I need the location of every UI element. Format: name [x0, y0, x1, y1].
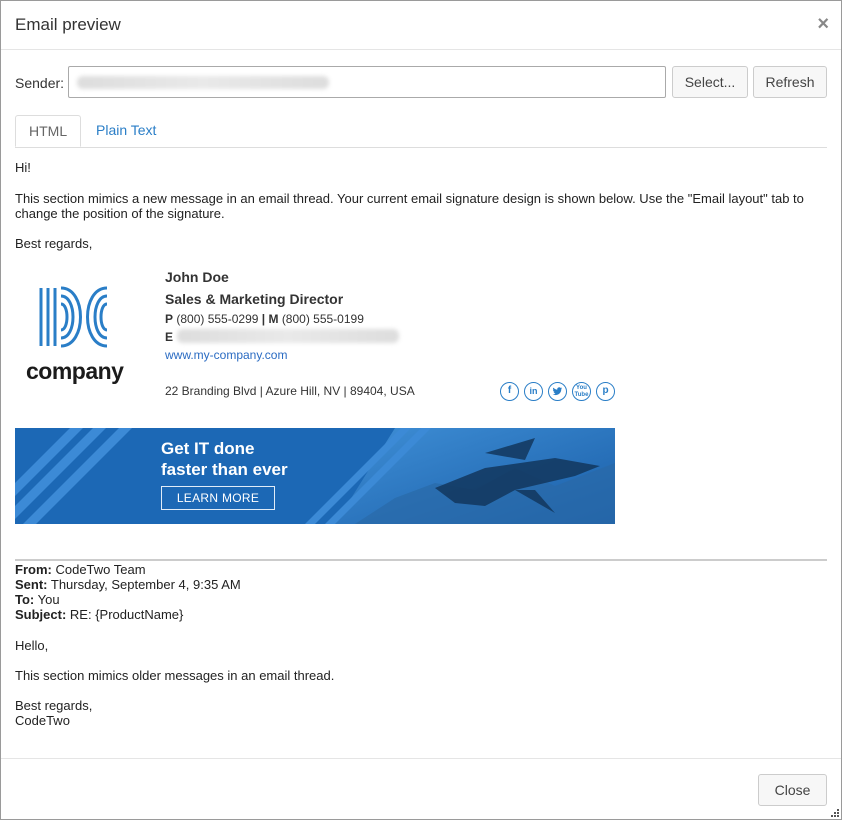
- view-tabs: HTML Plain Text: [15, 115, 827, 148]
- message-body-line1: This section mimics a new message in an …: [15, 191, 804, 206]
- tab-plain-text[interactable]: Plain Text: [83, 115, 169, 147]
- dialog-footer-divider: [1, 758, 841, 759]
- signature-name: John Doe: [165, 269, 229, 285]
- thread-divider: [15, 559, 827, 561]
- quoted-closing: Best regards,: [15, 698, 93, 713]
- refresh-button[interactable]: Refresh: [753, 66, 827, 98]
- signature-email-row: E: [165, 330, 174, 344]
- sender-label: Sender:: [15, 75, 65, 91]
- close-button[interactable]: Close: [758, 774, 827, 806]
- signature-email-redacted: [177, 329, 399, 343]
- quoted-body: This section mimics older messages in an…: [15, 668, 335, 683]
- signature-website-link[interactable]: www.my-company.com: [165, 348, 287, 362]
- quoted-hello: Hello,: [15, 638, 49, 653]
- linkedin-icon[interactable]: in: [524, 382, 543, 401]
- resize-grip-icon[interactable]: [829, 807, 839, 817]
- facebook-icon[interactable]: f: [500, 382, 519, 401]
- banner-headline-line2: faster than ever: [161, 460, 288, 479]
- banner-headline-line1: Get IT done: [161, 439, 255, 458]
- company-logo-text: company: [26, 358, 124, 384]
- dialog-header: Email preview ×: [1, 1, 841, 50]
- learn-more-button[interactable]: LEARN MORE: [161, 486, 275, 510]
- message-closing: Best regards,: [15, 236, 93, 251]
- tab-html[interactable]: HTML: [15, 115, 82, 147]
- banner-background: [15, 428, 615, 524]
- quoted-from: From: CodeTwo Team: [15, 562, 146, 577]
- quoted-signoff: CodeTwo: [15, 713, 70, 728]
- pinterest-icon[interactable]: p: [596, 382, 615, 401]
- message-greeting: Hi!: [15, 160, 31, 175]
- promo-banner[interactable]: Get IT done faster than ever LEARN MORE: [15, 428, 615, 524]
- message-body-line2: change the position of the signature.: [15, 206, 225, 221]
- select-button[interactable]: Select...: [672, 66, 748, 98]
- quoted-subject: Subject: RE: {ProductName}: [15, 607, 184, 622]
- dialog-title: Email preview: [15, 15, 121, 34]
- twitter-icon[interactable]: [548, 382, 567, 401]
- company-logo-mark: [39, 286, 108, 348]
- youtube-icon[interactable]: You Tube: [572, 382, 591, 401]
- signature-phones: P (800) 555-0299 | M (800) 555-0199: [165, 312, 364, 326]
- quoted-to: To: You: [15, 592, 60, 607]
- quoted-sent: Sent: Thursday, September 4, 9:35 AM: [15, 577, 241, 592]
- sender-input[interactable]: [68, 66, 666, 98]
- sender-redacted-value: [77, 76, 329, 89]
- signature-job-title: Sales & Marketing Director: [165, 291, 344, 307]
- email-preview-dialog: Email preview × Sender: Select... Refres…: [0, 0, 842, 820]
- signature-address: 22 Branding Blvd | Azure Hill, NV | 8940…: [165, 384, 415, 398]
- close-icon[interactable]: ×: [817, 13, 829, 35]
